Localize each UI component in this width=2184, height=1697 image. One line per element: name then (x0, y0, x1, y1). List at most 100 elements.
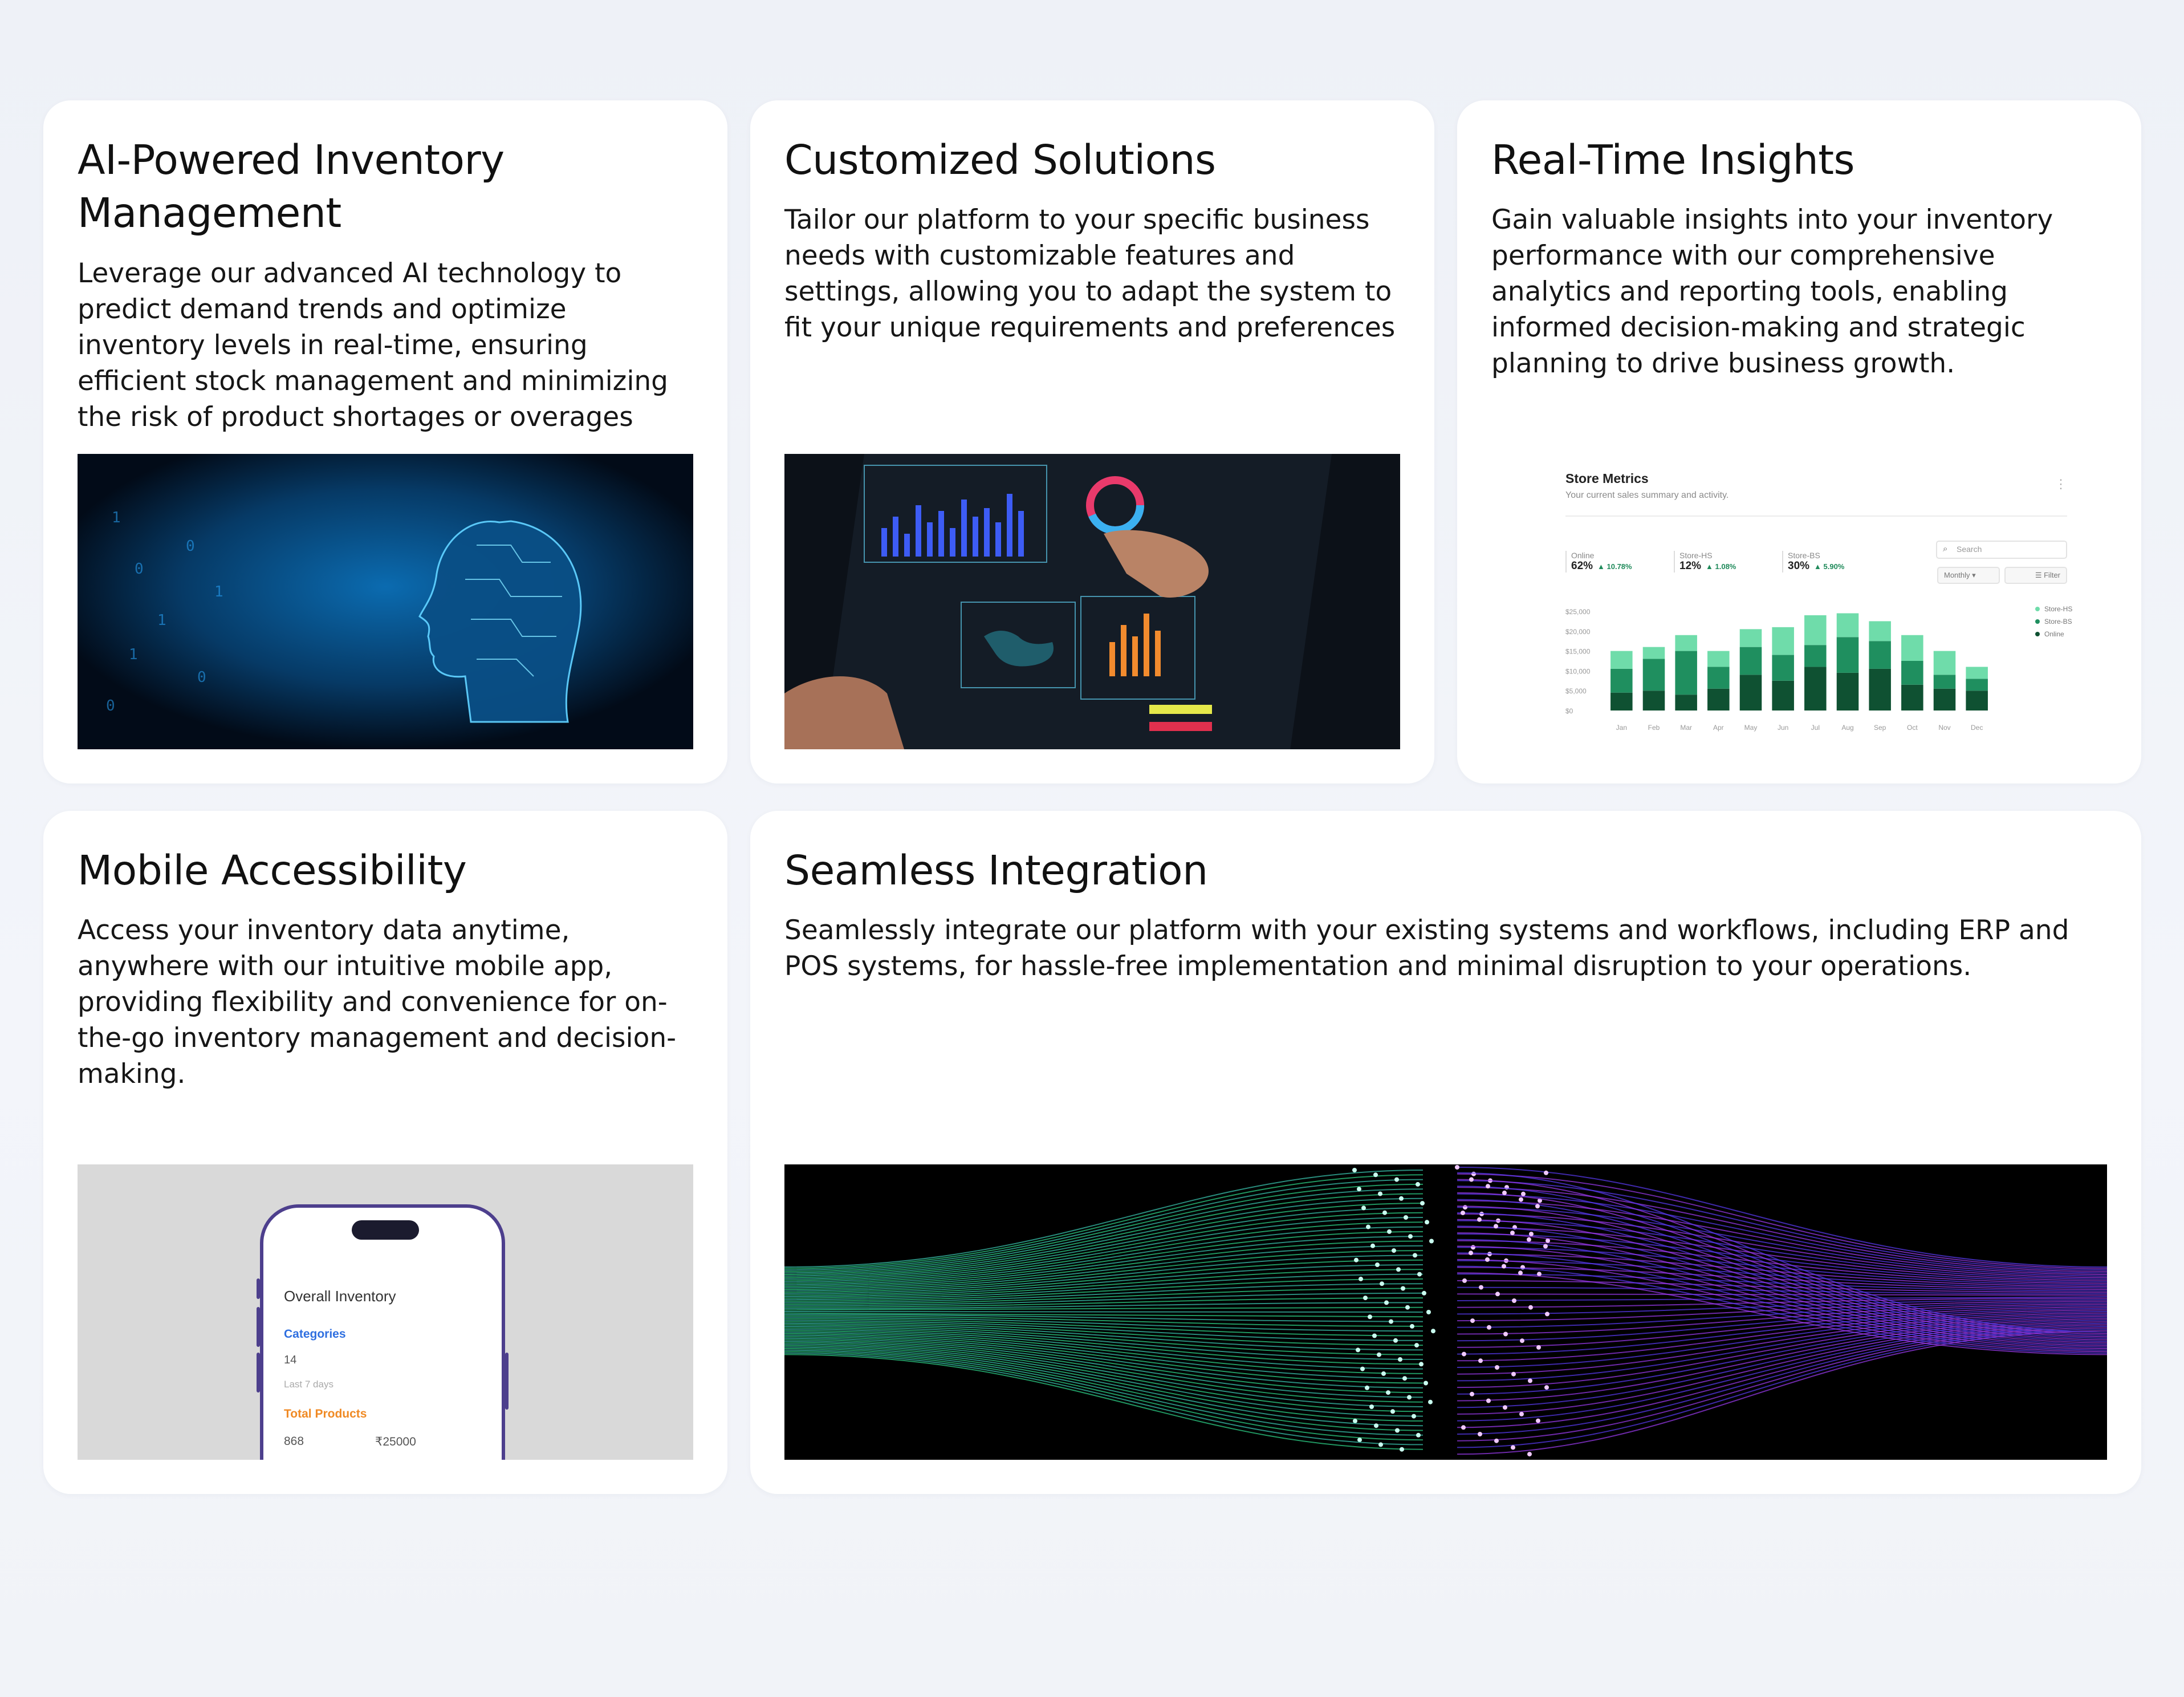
bar-segment-store-bs (1966, 679, 1988, 691)
feature-card-integration: Seamless Integration Seamlessly integrat… (750, 811, 2141, 1494)
bar-segment-store-hs (1707, 651, 1730, 667)
bar-segment-store-bs (1869, 641, 1891, 669)
tablet-analytics-image (784, 454, 1400, 749)
x-tick-label: Jul (1811, 724, 1820, 732)
bar-segment-store-bs (1675, 651, 1697, 695)
legend-swatch (2035, 619, 2040, 624)
card-title: Real-Time Insights (1491, 136, 1855, 184)
bar-segment-online (1675, 695, 1697, 711)
bar-segment-store-hs (1642, 647, 1665, 659)
card-description: Seamlessly integrate our platform with y… (784, 915, 2069, 982)
legend-label: Online (2044, 630, 2064, 638)
x-tick-label: Dec (1971, 724, 1983, 732)
bar-segment-online (1966, 691, 1988, 711)
bar-segment-store-hs (1933, 651, 1956, 675)
total-amount-value: ₹25000 (375, 1435, 416, 1448)
bar-segment-store-hs (1739, 629, 1762, 647)
categories-label: Categories (284, 1327, 346, 1341)
bar-segment-store-bs (1739, 647, 1762, 675)
phone-frame: Overall Inventory Categories 14 Last 7 d… (260, 1204, 505, 1460)
bar-segment-store-bs (1804, 645, 1827, 667)
x-tick-label: Oct (1907, 724, 1918, 732)
bar-segment-online (1901, 684, 1923, 711)
bar-segment-online (1610, 692, 1633, 711)
bar-segment-store-hs (1675, 635, 1697, 651)
legend-swatch (2035, 632, 2040, 636)
legend-label: Store-BS (2044, 618, 2072, 626)
bar-segment-store-bs (1772, 655, 1794, 681)
bar-segment-online (1836, 672, 1859, 711)
card-title: Customized Solutions (784, 136, 1216, 184)
bar-segment-store-hs (1966, 667, 1988, 679)
svg-text:1: 1 (112, 509, 121, 526)
y-tick-label: $10,000 (1565, 667, 1591, 675)
x-tick-label: Nov (1938, 724, 1950, 732)
bar-segment-store-hs (1901, 635, 1923, 661)
ai-head-image: 1 0 1 0 1 0 1 0 (78, 454, 693, 749)
y-tick-label: $20,000 (1565, 628, 1591, 636)
y-tick-label: $25,000 (1565, 608, 1591, 616)
bar-segment-online (1707, 688, 1730, 711)
store-metrics-dashboard: Store Metrics Your current sales summary… (1491, 454, 2107, 749)
bar-segment-online (1739, 675, 1762, 711)
x-tick-label: Aug (1841, 724, 1853, 732)
bar-segment-online (1772, 680, 1794, 711)
bar-segment-online (1642, 691, 1665, 711)
x-tick-label: Sep (1874, 724, 1886, 732)
bar-segment-store-bs (1707, 667, 1730, 689)
card-description: Tailor our platform to your specific bus… (784, 204, 1396, 343)
data-streams-image (784, 1164, 2107, 1460)
bar-segment-store-hs (1610, 651, 1633, 669)
svg-text:0: 0 (106, 697, 115, 714)
bar-segment-store-hs (1772, 627, 1794, 655)
phone-side-button (257, 1307, 260, 1347)
bar-segment-store-bs (1836, 637, 1859, 673)
phone-notch (352, 1220, 419, 1240)
card-description: Leverage our advanced AI technology to p… (78, 258, 669, 433)
y-tick-label: $5,000 (1565, 687, 1587, 695)
bar-segment-store-hs (1869, 621, 1891, 642)
bar-segment-online (1933, 688, 1956, 711)
card-description: Gain valuable insights into your invento… (1491, 204, 2053, 379)
feature-card-mobile: Mobile Accessibility Access your invento… (43, 811, 727, 1494)
bar-segment-store-bs (1610, 668, 1633, 693)
y-tick-label: $15,000 (1565, 648, 1591, 656)
x-tick-label: Jan (1616, 724, 1627, 732)
bar-segment-online (1869, 668, 1891, 711)
phone-side-button (505, 1353, 509, 1410)
bar-segment-store-bs (1901, 661, 1923, 685)
x-tick-label: May (1744, 724, 1758, 732)
bar-segment-store-hs (1804, 615, 1827, 645)
mobile-app-mockup: Overall Inventory Categories 14 Last 7 d… (78, 1164, 693, 1460)
card-title: Seamless Integration (784, 847, 1208, 894)
card-description: Access your inventory data anytime, anyw… (78, 915, 677, 1090)
svg-text:0: 0 (197, 669, 206, 686)
x-tick-label: Apr (1713, 724, 1724, 732)
total-products-value: 868 (284, 1435, 304, 1448)
x-tick-label: Jun (1778, 724, 1788, 732)
bar-segment-store-bs (1933, 675, 1956, 689)
svg-text:1: 1 (129, 646, 138, 663)
x-tick-label: Mar (1680, 724, 1692, 732)
phone-side-button (257, 1353, 260, 1392)
svg-text:0: 0 (186, 538, 195, 555)
bar-segment-store-bs (1642, 659, 1665, 691)
total-products-label: Total Products (284, 1407, 367, 1420)
period-label: Last 7 days (284, 1379, 334, 1390)
svg-text:1: 1 (157, 612, 166, 629)
bar-segment-store-hs (1836, 613, 1859, 638)
svg-text:0: 0 (135, 561, 144, 578)
card-title: AI-Powered Inventory Management (78, 136, 505, 237)
card-title: Mobile Accessibility (78, 847, 467, 894)
stacked-bar-chart: $25,000 $20,000 $15,000 $10,000 $5,000 $0 Jan F… (1565, 605, 2072, 732)
legend-swatch (2035, 607, 2040, 611)
y-tick-label: $0 (1565, 707, 1573, 715)
feature-card-insights: Real-Time Insights Gain valuable insight… (1457, 100, 2141, 783)
phone-side-button (257, 1278, 260, 1299)
svg-text:1: 1 (214, 583, 223, 600)
inventory-title: Overall Inventory (284, 1288, 396, 1305)
x-tick-label: Feb (1648, 724, 1660, 732)
legend-label: Store-HS (2044, 605, 2072, 613)
categories-value: 14 (284, 1354, 297, 1366)
feature-card-ai-inventory: AI-Powered Inventory Management Leverage … (43, 100, 727, 783)
